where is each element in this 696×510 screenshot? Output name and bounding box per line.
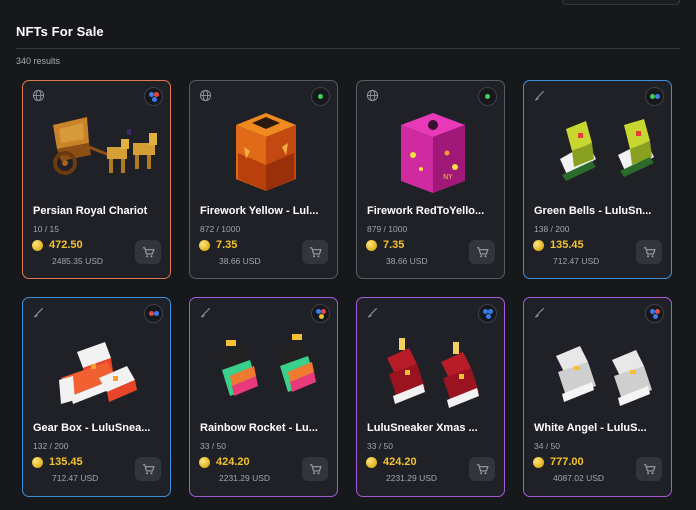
- search-bar[interactable]: [562, 0, 680, 5]
- brush-icon: [366, 306, 379, 319]
- results-count: 340 results: [16, 56, 61, 66]
- nft-image-white-angel: [530, 320, 667, 416]
- svg-text:NY: NY: [443, 173, 453, 181]
- price-row: 424.20: [199, 456, 250, 468]
- add-to-cart-button[interactable]: [636, 457, 662, 481]
- cart-icon: [142, 463, 155, 474]
- divider: [16, 48, 680, 49]
- nft-image-gear-box: [29, 320, 166, 416]
- globe-icon: [366, 89, 379, 102]
- coin-icon: [32, 239, 43, 251]
- nft-name: Rainbow Rocket - Lu...: [200, 422, 318, 434]
- nft-supply: 33 / 50: [367, 441, 393, 451]
- nft-price: 135.45: [550, 239, 584, 251]
- nft-grid: Persian Royal Chariot 10 / 15 472.50 248…: [22, 80, 672, 497]
- cart-icon: [142, 246, 155, 257]
- nft-price: 472.50: [49, 239, 83, 251]
- brush-icon: [533, 306, 546, 319]
- nft-usd-price: 712.47 USD: [52, 473, 99, 483]
- nft-supply: 34 / 50: [534, 441, 560, 451]
- nft-card[interactable]: Rainbow Rocket - Lu... 33 / 50 424.20 22…: [189, 297, 338, 497]
- nft-image-green-bells: [530, 103, 667, 199]
- coin-icon: [199, 456, 210, 468]
- nft-name: Gear Box - LuluSnea...: [33, 422, 151, 434]
- globe-icon: [199, 89, 212, 102]
- add-to-cart-button[interactable]: [636, 240, 662, 264]
- price-row: 777.00: [533, 456, 584, 468]
- nft-name: LuluSneaker Xmas ...: [367, 422, 478, 434]
- nft-usd-price: 712.47 USD: [553, 256, 600, 266]
- price-row: 135.45: [533, 239, 584, 251]
- price-row: 7.35: [199, 239, 237, 251]
- cart-icon: [309, 246, 322, 257]
- cart-icon: [309, 463, 322, 474]
- add-to-cart-button[interactable]: [135, 240, 161, 264]
- nft-supply: 132 / 200: [33, 441, 69, 451]
- nft-usd-price: 38.66 USD: [386, 256, 428, 266]
- nft-image-chariot: [29, 103, 166, 199]
- nft-card[interactable]: Firework Yellow - Lul... 872 / 1000 7.35…: [189, 80, 338, 279]
- brush-icon: [32, 306, 45, 319]
- nft-card[interactable]: White Angel - LuluS... 34 / 50 777.00 40…: [523, 297, 672, 497]
- nft-name: Firework Yellow - Lul...: [200, 205, 319, 217]
- nft-price: 7.35: [216, 239, 238, 251]
- brush-icon: [533, 89, 546, 102]
- nft-image-rainbow-rocket: [196, 320, 333, 416]
- price-row: 472.50: [32, 239, 83, 251]
- nft-usd-price: 38.66 USD: [219, 256, 261, 266]
- add-to-cart-button[interactable]: [469, 240, 495, 264]
- nft-usd-price: 2231.29 USD: [386, 473, 438, 483]
- nft-image-firework-red: NY: [363, 103, 500, 199]
- nft-image-firework-yellow: [196, 103, 333, 199]
- nft-supply: 872 / 1000: [200, 224, 241, 234]
- price-row: 424.20: [366, 456, 417, 468]
- nft-card[interactable]: NY Firework RedToYello... 879 / 1000 7.3…: [356, 80, 505, 279]
- price-row: 7.35: [366, 239, 404, 251]
- coin-icon: [32, 456, 43, 468]
- globe-icon: [32, 89, 45, 102]
- nft-supply: 10 / 15: [33, 224, 59, 234]
- nft-card[interactable]: Green Bells - LuluSn... 138 / 200 135.45…: [523, 80, 672, 279]
- nft-price: 424.20: [216, 456, 250, 468]
- nft-usd-price: 2485.35 USD: [52, 256, 104, 266]
- nft-price: 7.35: [383, 239, 405, 251]
- nft-card[interactable]: Gear Box - LuluSnea... 132 / 200 135.45 …: [22, 297, 171, 497]
- nft-supply: 33 / 50: [200, 441, 226, 451]
- coin-icon: [366, 239, 377, 251]
- nft-price: 135.45: [49, 456, 83, 468]
- coin-icon: [366, 456, 377, 468]
- add-to-cart-button[interactable]: [135, 457, 161, 481]
- nft-name: Persian Royal Chariot: [33, 205, 148, 217]
- nft-usd-price: 2231.29 USD: [219, 473, 271, 483]
- marketplace-page: NFTs For Sale 340 results Persian Royal …: [0, 0, 696, 510]
- cart-icon: [476, 246, 489, 257]
- section-header: NFTs For Sale 340 results: [16, 24, 680, 66]
- cart-icon: [476, 463, 489, 474]
- nft-name: Firework RedToYello...: [367, 205, 485, 217]
- add-to-cart-button[interactable]: [302, 240, 328, 264]
- page-title: NFTs For Sale: [16, 24, 104, 39]
- cart-icon: [643, 463, 656, 474]
- price-row: 135.45: [32, 456, 83, 468]
- coin-icon: [533, 239, 544, 251]
- cart-icon: [643, 246, 656, 257]
- nft-price: 777.00: [550, 456, 584, 468]
- nft-usd-price: 4087.02 USD: [553, 473, 605, 483]
- nft-card[interactable]: LuluSneaker Xmas ... 33 / 50 424.20 2231…: [356, 297, 505, 497]
- nft-card[interactable]: Persian Royal Chariot 10 / 15 472.50 248…: [22, 80, 171, 279]
- nft-name: White Angel - LuluS...: [534, 422, 647, 434]
- nft-supply: 879 / 1000: [367, 224, 408, 234]
- nft-price: 424.20: [383, 456, 417, 468]
- brush-icon: [199, 306, 212, 319]
- nft-image-xmas-sneaker: [363, 320, 500, 416]
- coin-icon: [533, 456, 544, 468]
- coin-icon: [199, 239, 210, 251]
- add-to-cart-button[interactable]: [469, 457, 495, 481]
- nft-name: Green Bells - LuluSn...: [534, 205, 652, 217]
- add-to-cart-button[interactable]: [302, 457, 328, 481]
- nft-supply: 138 / 200: [534, 224, 570, 234]
